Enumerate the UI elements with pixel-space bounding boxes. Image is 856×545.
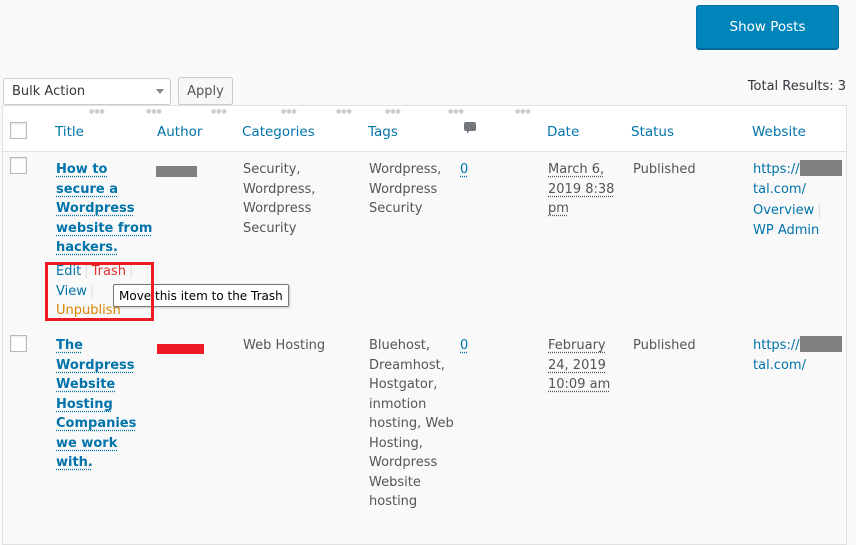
post-date: February 24, 2019 10:09 am (548, 336, 610, 395)
column-resize-handle[interactable]: ●●● (385, 108, 401, 115)
column-resize-handle[interactable]: ●●● (336, 108, 352, 115)
column-resize-handle[interactable]: ●●● (448, 108, 464, 115)
column-header-comments[interactable] (464, 122, 477, 139)
column-header-status[interactable]: Status (631, 124, 674, 140)
show-posts-button[interactable]: Show Posts (696, 5, 839, 50)
chevron-down-icon (156, 89, 164, 94)
redaction-block (800, 336, 842, 352)
apply-button[interactable]: Apply (178, 77, 233, 105)
redaction-block (156, 166, 197, 177)
date-line: 24, 2019 (548, 356, 610, 376)
column-header-website[interactable]: Website (752, 124, 806, 140)
category-item: Wordpress (243, 199, 315, 219)
table-header: ●●● ●●● ●●● ●●● ●●● ●●● ●●● ●●● Title Au… (3, 106, 846, 152)
bulk-action-select[interactable]: Bulk Action (3, 78, 171, 105)
date-line: February (548, 336, 610, 356)
comment-count-link[interactable]: 0 (460, 336, 468, 356)
column-resize-handle[interactable]: ●●● (515, 108, 531, 115)
post-title-line[interactable]: The (56, 336, 136, 356)
tag-item: Wordpress (369, 453, 454, 473)
post-title-line[interactable]: website from (56, 219, 152, 239)
website-cell: https:// tal.com/ (753, 336, 842, 375)
tag-item: Website (369, 473, 454, 493)
comment-count-link[interactable]: 0 (460, 160, 468, 180)
post-title-line[interactable]: with. (56, 453, 136, 473)
column-header-title[interactable]: Title (55, 124, 84, 140)
view-link[interactable]: View (56, 284, 87, 299)
tag-item: Wordpress (369, 180, 441, 200)
category-item: Security (243, 219, 315, 239)
post-title-line[interactable]: we work (56, 434, 136, 454)
trash-link[interactable]: Trash (92, 264, 126, 279)
date-line: 2019 8:38 (548, 180, 614, 200)
tag-item: hosting, Web (369, 414, 454, 434)
wp-admin-link[interactable]: WP Admin (753, 223, 819, 238)
column-resize-handle[interactable]: ●●● (89, 108, 105, 115)
tag-item: Hosting, (369, 434, 454, 454)
author-redacted (156, 164, 197, 184)
post-title-line[interactable]: How to (56, 160, 152, 180)
post-status: Published (633, 160, 696, 180)
trash-tooltip: Move this item to the Trash (113, 284, 289, 307)
separator: | (129, 264, 133, 279)
overview-link[interactable]: Overview (753, 203, 814, 218)
website-link-suffix[interactable]: tal.com/ (753, 180, 842, 200)
website-link-suffix[interactable]: tal.com/ (753, 356, 842, 376)
post-tags: Bluehost, Dreamhost, Hostgator, inmotion… (369, 336, 454, 512)
separator: | (84, 264, 88, 279)
tag-item: Dreamhost, (369, 356, 454, 376)
tag-item: Bluehost, (369, 336, 454, 356)
column-resize-handle[interactable]: ●●● (281, 108, 297, 115)
post-categories: Security, Wordpress, Wordpress Security (243, 160, 315, 238)
tag-item: hosting (369, 492, 454, 512)
column-resize-handle[interactable]: ●●● (211, 108, 227, 115)
post-title-line[interactable]: Website (56, 375, 136, 395)
separator: | (817, 203, 821, 218)
website-link[interactable]: https:// (753, 336, 842, 356)
post-title-line[interactable]: Companies (56, 414, 136, 434)
tag-item: Hostgator, (369, 375, 454, 395)
post-title-line[interactable]: Hosting (56, 395, 136, 415)
post-date: March 6, 2019 8:38 pm (548, 160, 614, 219)
website-prefix: https:// (753, 338, 800, 353)
date-line: March 6, (548, 160, 614, 180)
website-link[interactable]: https:// (753, 160, 842, 180)
category-item: Wordpress, (243, 180, 315, 200)
date-line: 10:09 am (548, 375, 610, 395)
post-tags: Wordpress, Wordpress Security (369, 160, 441, 219)
column-resize-handle[interactable]: ●●● (146, 108, 162, 115)
tag-item: Wordpress, (369, 160, 441, 180)
column-header-date[interactable]: Date (547, 124, 579, 140)
redaction-block (800, 160, 842, 176)
separator: | (90, 284, 94, 299)
row-checkbox[interactable] (10, 157, 27, 174)
column-header-tags[interactable]: Tags (368, 124, 398, 140)
tag-item: Security (369, 199, 441, 219)
post-title-line[interactable]: hackers. (56, 238, 152, 258)
author-redacted (157, 341, 204, 361)
post-title[interactable]: The Wordpress Website Hosting Companies … (56, 336, 136, 473)
post-title[interactable]: How to secure a Wordpress website from h… (56, 160, 152, 258)
post-title-line[interactable]: Wordpress (56, 356, 136, 376)
tag-item: inmotion (369, 395, 454, 415)
post-title-line[interactable]: Wordpress (56, 199, 152, 219)
column-header-categories[interactable]: Categories (242, 124, 315, 140)
row-checkbox[interactable] (10, 335, 27, 352)
bulk-action-selected: Bulk Action (12, 84, 85, 99)
website-cell: https:// tal.com/ Overview| WP Admin (753, 160, 842, 240)
column-header-author[interactable]: Author (157, 124, 202, 140)
website-prefix: https:// (753, 162, 800, 177)
post-categories: Web Hosting (243, 336, 325, 356)
total-results: Total Results: 3 (748, 79, 846, 94)
category-item: Web Hosting (243, 336, 325, 356)
select-all-checkbox[interactable] (10, 122, 27, 139)
edit-link[interactable]: Edit (56, 264, 81, 279)
redaction-block (157, 344, 204, 354)
category-item: Security, (243, 160, 315, 180)
unpublish-link[interactable]: Unpublish (56, 303, 121, 318)
comment-bubble-icon (464, 122, 477, 135)
post-title-line[interactable]: secure a (56, 180, 152, 200)
date-line: pm (548, 199, 614, 219)
post-status: Published (633, 336, 696, 356)
